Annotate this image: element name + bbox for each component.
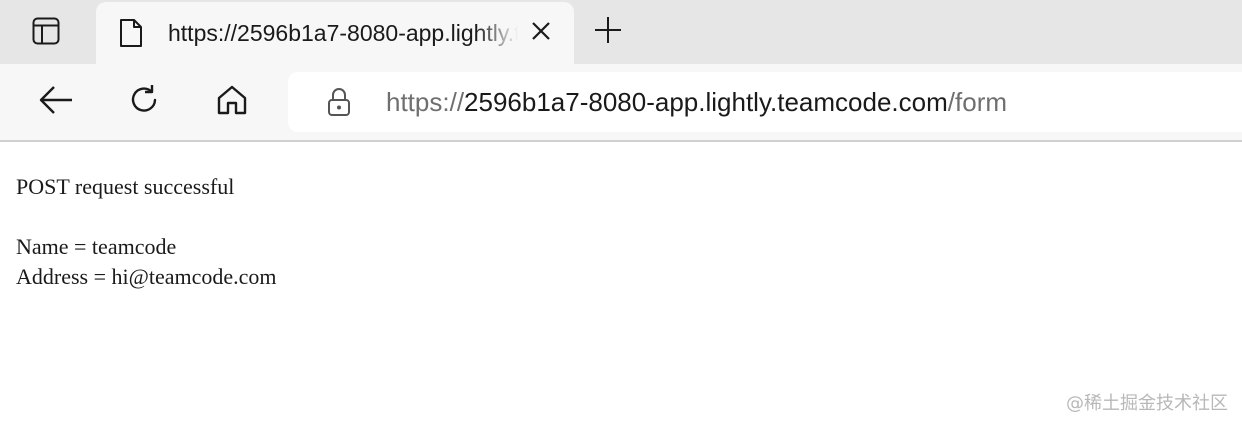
watermark: @稀土掘金技术社区 [1066, 393, 1228, 414]
browser-toolbar: https://2596b1a7-8080-app.lightly.teamco… [0, 64, 1242, 142]
browser-window: https://2596b1a7-8080-app.lightly.teamco… [0, 0, 1242, 429]
new-tab-button[interactable] [588, 14, 628, 50]
refresh-icon [127, 83, 161, 122]
tab-actions-icon [31, 16, 61, 51]
back-button[interactable] [36, 82, 76, 122]
tab-strip: https://2596b1a7-8080-app.lightly.teamco… [0, 0, 1242, 64]
close-icon [531, 21, 551, 46]
url-text[interactable]: https://2596b1a7-8080-app.lightly.teamco… [386, 86, 1007, 118]
home-icon [215, 83, 249, 122]
tab-title: https://2596b1a7-8080-app.lightly.teamco… [168, 20, 518, 46]
plus-icon [593, 15, 623, 50]
url-path: /form [947, 87, 1008, 117]
browser-tab[interactable]: https://2596b1a7-8080-app.lightly.teamco… [96, 2, 574, 64]
name-field-line: Name = teamcode [16, 234, 177, 259]
tab-actions-button[interactable] [26, 16, 66, 50]
page-icon [116, 18, 146, 48]
page-content-area: POST request successful Name = teamcode … [0, 142, 1242, 429]
lock-icon[interactable] [324, 86, 354, 118]
refresh-button[interactable] [124, 82, 164, 122]
address-field-line: Address = hi@teamcode.com [16, 264, 277, 289]
url-host: 2596b1a7-8080-app.lightly.teamcode.com [464, 87, 948, 117]
home-button[interactable] [212, 82, 252, 122]
tab-close-button[interactable] [526, 18, 556, 48]
address-bar[interactable]: https://2596b1a7-8080-app.lightly.teamco… [288, 72, 1242, 132]
url-scheme: https:// [386, 87, 465, 117]
response-heading: POST request successful [16, 174, 235, 199]
response-body: POST request successful Name = teamcode … [16, 172, 277, 292]
back-arrow-icon [38, 85, 74, 120]
